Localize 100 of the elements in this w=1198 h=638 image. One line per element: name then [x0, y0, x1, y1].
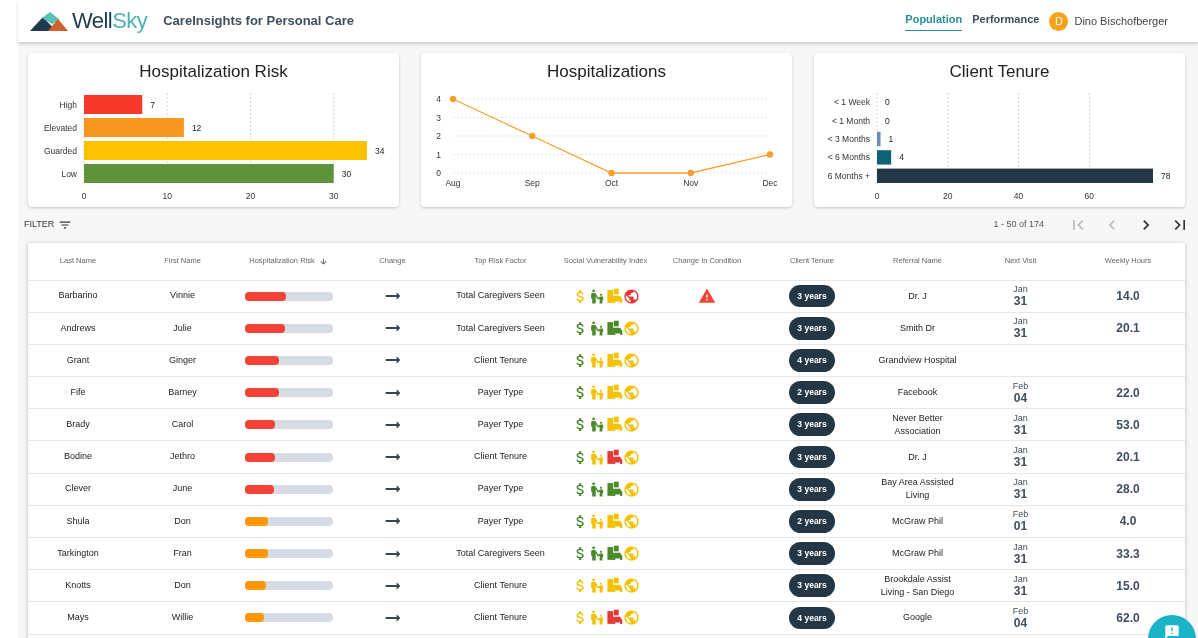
- tenure-badge: 4 years: [789, 349, 835, 372]
- table-cell-text: Don: [173, 579, 192, 593]
- tenure-badge: 3 years: [789, 284, 835, 308]
- table-cell-text: McGraw Phil: [891, 514, 944, 528]
- visit-month: Feb: [1012, 606, 1029, 616]
- axis-label: < 3 Months: [827, 133, 870, 144]
- weekly-hours: 33.3: [1115, 545, 1141, 563]
- visit-month: Jan: [1013, 542, 1028, 552]
- nav-tab[interactable]: Performance: [972, 11, 1040, 31]
- table-cell-text: Google: [902, 611, 933, 625]
- table-cell-text: Smith Dr: [899, 321, 936, 335]
- axis-label: Oct: [604, 177, 619, 188]
- tenure-badge: 3 years: [789, 574, 835, 598]
- axis-label: 0: [874, 190, 880, 201]
- filter-button[interactable]: FILTER: [24, 217, 73, 232]
- visit-month: Jan: [1013, 574, 1028, 584]
- weekly-hours: 20.1: [1115, 449, 1141, 467]
- visit-month: Jan: [1013, 413, 1028, 423]
- weekly-hours: 22.0: [1115, 384, 1141, 402]
- chart-title: Hospitalization Risk: [139, 61, 288, 83]
- axis-label: 60: [1084, 190, 1095, 201]
- tenure-badge: 3 years: [789, 413, 835, 437]
- table-cell-text: Client Tenure: [473, 611, 528, 625]
- table-cell-text: Client Tenure: [473, 579, 528, 593]
- visit-month: Feb: [1012, 381, 1029, 391]
- value-label: 30: [341, 168, 352, 178]
- table-cell-text: Client Tenure: [473, 353, 528, 367]
- axis-label: < 1 Week: [834, 96, 870, 107]
- tenure-badge: 3 years: [789, 316, 835, 340]
- app-title: CareInsights for Personal Care: [163, 12, 354, 31]
- axis-label: 0: [436, 167, 441, 178]
- axis-label: Nov: [683, 177, 699, 188]
- tenure-badge: 3 years: [789, 445, 835, 469]
- axis-label: 20: [245, 190, 256, 201]
- table-cell-text: Barbarino: [57, 289, 99, 303]
- table-cell-text: Bay Area Assisted Living: [880, 476, 955, 503]
- table-cell-text: Payer Type: [476, 482, 525, 496]
- visit-month: Feb: [1012, 510, 1029, 520]
- value-label: 12: [191, 122, 202, 132]
- axis-label: < 6 Months: [827, 151, 870, 162]
- table-cell-text: Barney: [167, 385, 198, 399]
- data-point: [608, 169, 615, 176]
- table-cell-text: Vinnie: [169, 289, 196, 303]
- message-alert-icon: [1164, 624, 1180, 638]
- visit-day: 31: [1013, 584, 1028, 597]
- table-cell-text: Dr. J: [907, 289, 928, 303]
- table-cell-text: Mays: [66, 611, 90, 625]
- tenure-badge: 3 years: [789, 542, 835, 565]
- table-cell-text: Fife: [69, 385, 87, 399]
- value-label: 1: [888, 133, 894, 144]
- axis-label: Sep: [524, 177, 540, 188]
- table-cell-text: Fran: [172, 546, 193, 560]
- axis-label: 2: [436, 130, 441, 141]
- axis-label: Guarded: [43, 145, 77, 155]
- pagination-range: 1 - 50 of 174: [993, 217, 1044, 231]
- weekly-hours: 4.0: [1118, 513, 1138, 531]
- weekly-hours: 14.0: [1115, 288, 1141, 306]
- table-cell-text: Jethro: [169, 450, 196, 464]
- data-point: [449, 95, 457, 102]
- logo-mountains-icon: [30, 11, 68, 31]
- table-cell-text: Clever: [64, 482, 92, 496]
- axis-label: 30: [328, 190, 339, 201]
- table-cell-text: Total Caregivers Seen: [455, 546, 546, 560]
- visit-day: 01: [1013, 520, 1028, 533]
- table-cell-text: McGraw Phil: [891, 547, 944, 561]
- tenure-badge: 3 years: [789, 477, 835, 501]
- axis-label: Aug: [445, 177, 461, 188]
- table-cell-text: Total Caregivers Seen: [455, 289, 546, 303]
- table-cell-text: Brady: [65, 418, 91, 432]
- value-label: 34: [375, 145, 385, 155]
- visit-day: 31: [1013, 456, 1028, 469]
- table-cell-text: June: [171, 482, 194, 496]
- table-cell-text: Andrews: [59, 321, 97, 335]
- table-cell-text: Knotts: [64, 579, 92, 593]
- nav-tab[interactable]: Population: [905, 11, 963, 31]
- weekly-hours: 28.0: [1115, 481, 1141, 499]
- table-cell-text: Brookdale Assist Living - San Diego: [879, 572, 956, 599]
- weekly-hours: 20.1: [1115, 320, 1141, 338]
- table-cell-text: Julie: [172, 321, 193, 335]
- value-label: 7: [150, 99, 155, 109]
- logo-wordmark: WellSky: [72, 10, 148, 32]
- user-name: Dino Bischofberger: [1074, 13, 1168, 29]
- table-cell-text: Facebook: [896, 386, 939, 400]
- visit-month: Jan: [1013, 317, 1028, 327]
- table-cell-text: Dr. J: [907, 450, 928, 464]
- value-label: 0: [885, 96, 890, 107]
- axis-label: 20: [943, 190, 953, 201]
- value-label: 4: [899, 151, 904, 162]
- visit-day: 04: [1013, 616, 1028, 629]
- value-label: 0: [885, 115, 890, 126]
- weekly-hours: 53.0: [1115, 416, 1141, 434]
- table-cell-text: Willie: [170, 611, 195, 625]
- table-cell-text: Payer Type: [476, 418, 525, 432]
- axis-label: Low: [61, 168, 77, 178]
- weekly-hours: 62.0: [1115, 609, 1141, 627]
- visit-month: Jan: [1013, 446, 1028, 456]
- sort-arrow-icon[interactable]: [318, 256, 328, 266]
- table-cell-text: Grandview Hospital: [877, 353, 958, 367]
- tenure-badge: 2 years: [789, 510, 835, 533]
- table-cell-text: Payer Type: [476, 385, 525, 399]
